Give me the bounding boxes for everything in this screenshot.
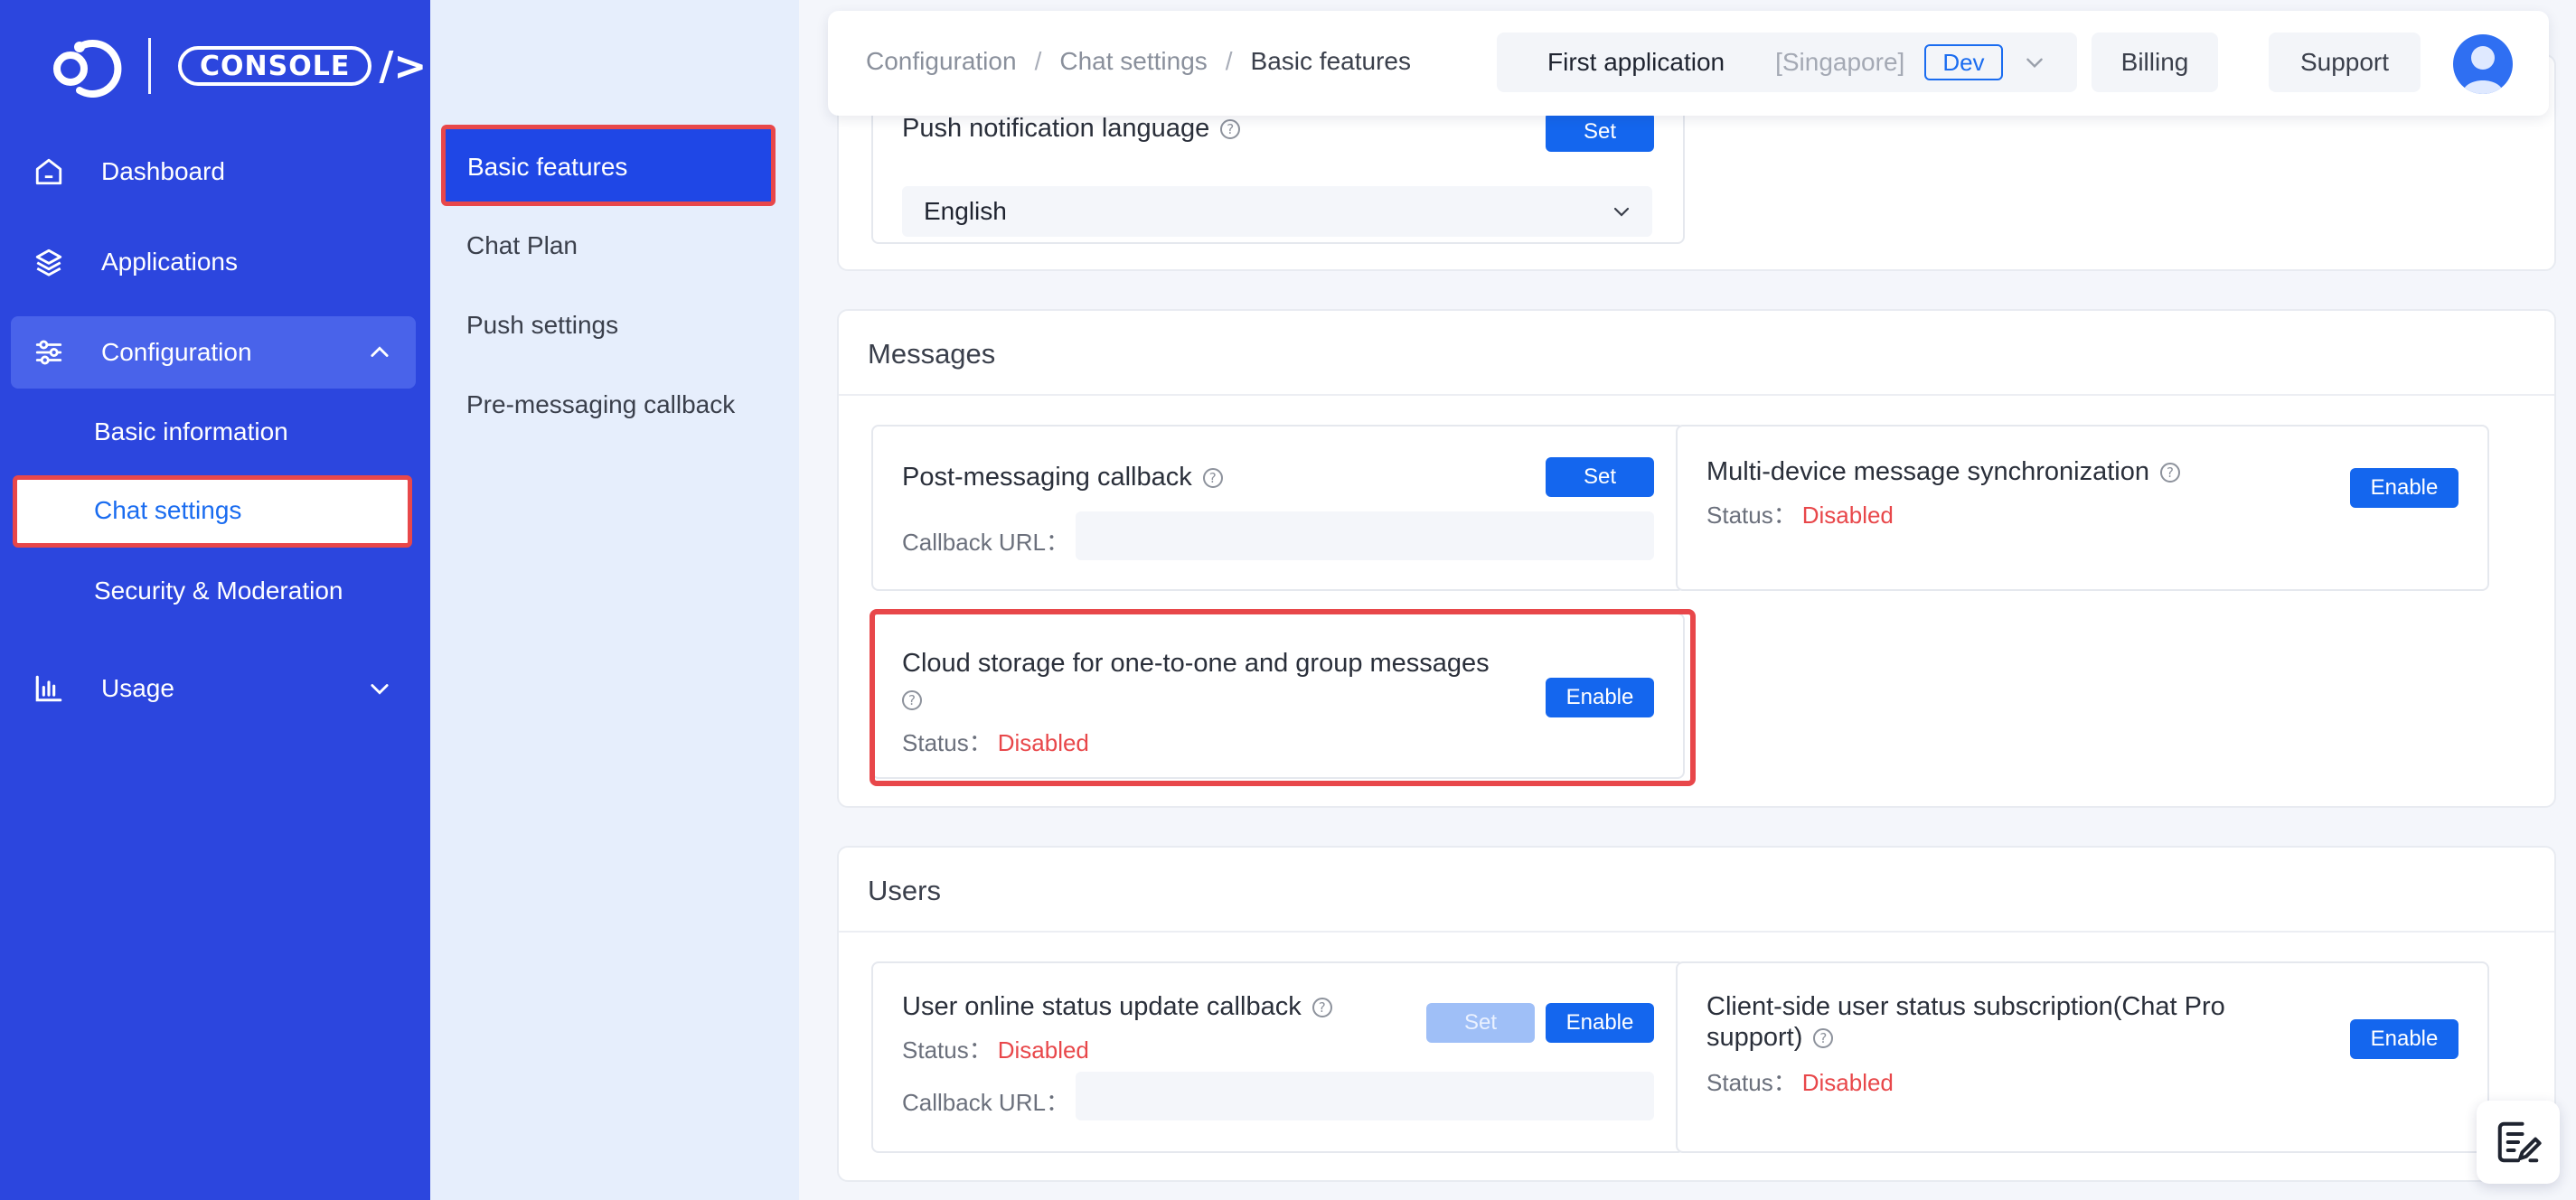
status-value: Disabled bbox=[997, 1036, 1089, 1064]
sidebar-subitem-security-moderation[interactable]: Security & Moderation bbox=[94, 573, 343, 609]
messages-section-title: Messages bbox=[868, 338, 996, 370]
client-sub-enable-button[interactable]: Enable bbox=[2350, 1019, 2458, 1059]
sidebar-item-label: Dashboard bbox=[101, 157, 225, 185]
logo-mark-icon bbox=[47, 34, 128, 98]
multi-device-title: Multi-device message synchronization ? bbox=[1706, 457, 2180, 487]
callback-url-label: Callback URL： bbox=[902, 1089, 1069, 1116]
help-icon[interactable]: ? bbox=[1220, 118, 1241, 139]
multi-device-status: Status： Disabled bbox=[1706, 497, 1894, 530]
messages-section: Messages Post-messaging callback ? Set C… bbox=[837, 309, 2556, 808]
console-badge: CONSOLE bbox=[178, 46, 372, 86]
online-status-title-text: User online status update callback bbox=[902, 992, 1302, 1021]
breadcrumb-separator: / bbox=[1034, 47, 1042, 75]
push-language-value: English bbox=[924, 197, 1007, 225]
push-language-title: Push notification language ? bbox=[902, 114, 1241, 144]
logo-divider bbox=[148, 38, 151, 94]
billing-button[interactable]: Billing bbox=[2092, 33, 2218, 92]
users-section-title: Users bbox=[868, 875, 941, 906]
sidebar-item-label: Usage bbox=[101, 674, 174, 702]
status-label: Status： bbox=[1706, 1069, 1797, 1096]
support-button[interactable]: Support bbox=[2269, 33, 2421, 92]
bar-chart-icon bbox=[31, 670, 67, 707]
top-header: Configuration / Chat settings / Basic fe… bbox=[828, 11, 2549, 116]
highlight-box bbox=[870, 609, 1696, 786]
multi-device-sync-card: Multi-device message synchronization ? S… bbox=[1676, 425, 2489, 591]
console-slash: /> bbox=[379, 42, 428, 89]
section-divider bbox=[839, 394, 2554, 396]
push-language-select[interactable]: English bbox=[902, 186, 1652, 237]
help-icon[interactable]: ? bbox=[1813, 1027, 1834, 1048]
sidebar: CONSOLE /> Dashboard Applications Config… bbox=[0, 0, 430, 1200]
breadcrumb-basic-features: Basic features bbox=[1250, 47, 1411, 75]
post-messaging-callback-card: Post-messaging callback ? Set Callback U… bbox=[871, 425, 1685, 591]
application-name: First application bbox=[1547, 48, 1725, 76]
brand-logo[interactable]: CONSOLE /> bbox=[47, 34, 427, 98]
chevron-down-icon bbox=[2026, 58, 2043, 69]
status-value: Disabled bbox=[1801, 1069, 1894, 1096]
push-language-title-text: Push notification language bbox=[902, 114, 1210, 143]
push-language-set-button[interactable]: Set bbox=[1546, 112, 1654, 152]
settings-subnav: Basic features Chat Plan Push settings P… bbox=[430, 0, 799, 1200]
environment-badge: Dev bbox=[1924, 44, 2003, 80]
sliders-icon bbox=[31, 334, 67, 370]
status-label: Status： bbox=[902, 1036, 992, 1064]
chevron-down-icon bbox=[1613, 207, 1630, 217]
subnav-item-basic-features[interactable]: Basic features bbox=[441, 125, 776, 206]
online-status-set-button[interactable]: Set bbox=[1426, 1003, 1535, 1043]
breadcrumb-configuration[interactable]: Configuration bbox=[866, 47, 1017, 76]
online-status-status: Status： Disabled bbox=[902, 1032, 1089, 1065]
main-content: Configuration / Chat settings / Basic fe… bbox=[799, 0, 2576, 1200]
subnav-item-pre-messaging-callback[interactable]: Pre-messaging callback bbox=[466, 390, 735, 419]
multi-device-title-text: Multi-device message synchronization bbox=[1706, 457, 2149, 486]
sidebar-item-applications[interactable]: Applications bbox=[11, 226, 416, 298]
chevron-down-icon bbox=[371, 684, 389, 695]
help-icon[interactable]: ? bbox=[2160, 462, 2180, 483]
application-region: [Singapore] bbox=[1775, 48, 1905, 76]
online-status-enable-button[interactable]: Enable bbox=[1546, 1003, 1654, 1043]
multi-device-enable-button[interactable]: Enable bbox=[2350, 468, 2458, 508]
subnav-item-label: Basic features bbox=[467, 153, 628, 181]
section-divider bbox=[839, 931, 2554, 933]
subnav-item-chat-plan[interactable]: Chat Plan bbox=[466, 231, 578, 260]
chevron-up-icon bbox=[371, 346, 389, 357]
breadcrumb-chat-settings[interactable]: Chat settings bbox=[1059, 47, 1207, 76]
callback-url-input[interactable] bbox=[1076, 1072, 1654, 1120]
sidebar-item-usage[interactable]: Usage bbox=[11, 652, 416, 725]
sidebar-subitem-label: Chat settings bbox=[94, 496, 242, 524]
sidebar-subitem-chat-settings[interactable]: Chat settings bbox=[13, 475, 412, 548]
sidebar-item-label: Applications bbox=[101, 248, 238, 276]
client-sub-title-line2: support) ? bbox=[1706, 1023, 1834, 1053]
callback-url-input[interactable] bbox=[1076, 511, 1654, 560]
layers-icon bbox=[31, 244, 67, 280]
sidebar-item-label: Configuration bbox=[101, 338, 252, 366]
client-sub-title-text: support) bbox=[1706, 1023, 1803, 1052]
post-callback-title-text: Post-messaging callback bbox=[902, 463, 1192, 492]
status-value: Disabled bbox=[1801, 502, 1894, 529]
sidebar-item-configuration[interactable]: Configuration bbox=[11, 316, 416, 389]
breadcrumb: Configuration / Chat settings / Basic fe… bbox=[866, 47, 1411, 76]
post-callback-title: Post-messaging callback ? bbox=[902, 463, 1223, 492]
application-selector[interactable]: First application [Singapore] Dev bbox=[1497, 33, 2077, 92]
online-status-callback-card: User online status update callback ? Sta… bbox=[871, 961, 1685, 1153]
subnav-item-push-settings[interactable]: Push settings bbox=[466, 311, 618, 340]
feedback-icon bbox=[2497, 1121, 2542, 1163]
sidebar-item-dashboard[interactable]: Dashboard bbox=[11, 136, 416, 208]
client-sub-title-line1: Client-side user status subscription(Cha… bbox=[1706, 992, 2225, 1021]
client-status-subscription-card: Client-side user status subscription(Cha… bbox=[1676, 961, 2489, 1153]
user-avatar[interactable] bbox=[2453, 34, 2513, 94]
callback-url-label: Callback URL： bbox=[902, 529, 1069, 556]
home-icon bbox=[31, 154, 67, 190]
status-label: Status： bbox=[1706, 502, 1797, 529]
feedback-button[interactable] bbox=[2477, 1101, 2560, 1184]
sidebar-subitem-basic-information[interactable]: Basic information bbox=[94, 414, 288, 450]
users-section: Users User online status update callback… bbox=[837, 846, 2556, 1182]
help-icon[interactable]: ? bbox=[1202, 467, 1223, 488]
client-sub-status: Status： Disabled bbox=[1706, 1064, 1894, 1098]
online-status-title: User online status update callback ? bbox=[902, 992, 1332, 1022]
post-callback-set-button[interactable]: Set bbox=[1546, 457, 1654, 497]
help-icon[interactable]: ? bbox=[1312, 997, 1332, 1017]
breadcrumb-separator: / bbox=[1225, 47, 1233, 75]
